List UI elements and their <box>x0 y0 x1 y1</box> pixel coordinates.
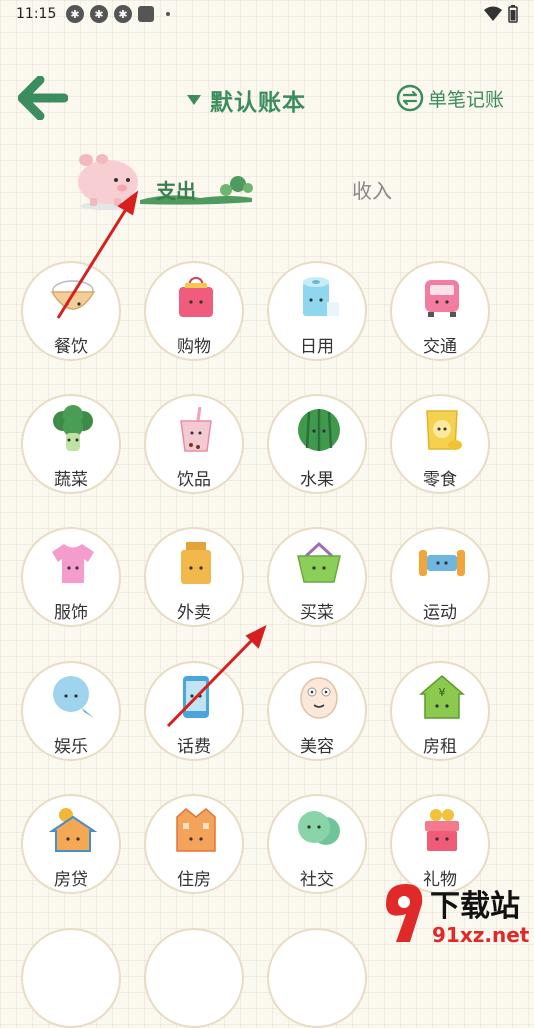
dropdown-triangle-icon <box>187 95 201 105</box>
building-icon <box>176 808 216 852</box>
category-label: 娱乐 <box>54 737 88 757</box>
category-sports[interactable]: 运动 <box>390 527 490 627</box>
notification-icon <box>138 6 154 22</box>
site-watermark: 下载站 91xz.net <box>386 884 530 947</box>
tab-income[interactable]: 收入 <box>352 175 392 204</box>
status-time: 11:15 <box>16 6 57 22</box>
category-label: 水果 <box>300 470 334 490</box>
tshirt-icon <box>52 544 94 583</box>
social-icon <box>298 811 340 845</box>
category-fruit[interactable]: 水果 <box>267 394 367 494</box>
bus-icon <box>425 280 459 317</box>
switch-icon <box>396 84 424 112</box>
takeout-box-icon <box>181 542 211 584</box>
category-beauty[interactable]: 美容 <box>267 661 367 761</box>
basket-icon <box>297 541 341 583</box>
category-label: 运动 <box>423 603 457 623</box>
battery-icon <box>508 5 518 23</box>
wifi-icon <box>484 6 502 21</box>
svg-text:¥: ¥ <box>439 686 446 699</box>
category-label: 饮品 <box>177 470 211 490</box>
category-gift[interactable]: 礼物 <box>390 794 490 894</box>
type-tabs: 支出 收入 <box>0 150 534 220</box>
category-housing[interactable]: 住房 <box>144 794 244 894</box>
category-label: 购物 <box>177 337 211 357</box>
rice-bowl-icon <box>50 280 96 310</box>
category-shopping[interactable]: 购物 <box>144 261 244 361</box>
bubble-tea-icon <box>180 406 212 452</box>
watermark-domain: 91xz.net <box>432 923 530 947</box>
house-icon: ¥ <box>418 675 466 719</box>
chat-bubble-icon <box>53 676 94 718</box>
notification-icon: ✱ <box>90 5 108 23</box>
category-label: 餐饮 <box>54 337 88 357</box>
category-label: 社交 <box>300 870 334 890</box>
category-dining[interactable]: 餐饮 <box>21 261 121 361</box>
category-label: 交通 <box>423 337 457 357</box>
category-label: 美容 <box>300 737 334 757</box>
single-entry-button[interactable]: 单笔记账 <box>396 84 504 112</box>
category-vegetables[interactable]: 蔬菜 <box>21 394 121 494</box>
chips-icon <box>426 410 462 450</box>
house-loan-icon <box>48 808 98 852</box>
notification-icons: ✱ ✱ ✱ <box>66 5 170 23</box>
tissue-roll-icon <box>303 277 339 316</box>
category-label: 服饰 <box>54 603 88 623</box>
broccoli-icon <box>53 405 93 451</box>
category-takeout[interactable]: 外卖 <box>144 527 244 627</box>
category-partial[interactable] <box>144 928 244 1028</box>
category-social[interactable]: 社交 <box>267 794 367 894</box>
category-mortgage[interactable]: 房贷 <box>21 794 121 894</box>
gift-icon <box>425 809 459 851</box>
header: 默认账本 单笔记账 <box>0 70 534 126</box>
watermark-title: 下载站 <box>430 889 520 924</box>
account-book-selector[interactable]: 默认账本 <box>186 83 306 117</box>
account-book-title: 默认账本 <box>210 90 306 116</box>
more-notifications-icon <box>166 12 170 16</box>
category-label: 房贷 <box>54 870 88 890</box>
category-label: 买菜 <box>300 603 334 623</box>
pig-mascot-icon <box>78 154 138 210</box>
category-phone-bill[interactable]: 话费 <box>144 661 244 761</box>
category-snacks[interactable]: 零食 <box>390 394 490 494</box>
category-daily-use[interactable]: 日用 <box>267 261 367 361</box>
notification-icon: ✱ <box>114 5 132 23</box>
category-partial[interactable] <box>267 928 367 1028</box>
status-bar: 11:15 ✱ ✱ ✱ <box>0 0 534 28</box>
dumbbell-icon <box>419 550 465 576</box>
watermelon-icon <box>298 409 340 451</box>
category-label: 日用 <box>300 337 334 357</box>
category-transport[interactable]: 交通 <box>390 261 490 361</box>
back-arrow-icon <box>17 75 69 121</box>
category-clothing[interactable]: 服饰 <box>21 527 121 627</box>
phone-icon <box>183 676 209 718</box>
category-label: 外卖 <box>177 603 211 623</box>
category-label: 零食 <box>423 470 457 490</box>
single-entry-label: 单笔记账 <box>428 88 505 111</box>
category-drinks[interactable]: 饮品 <box>144 394 244 494</box>
category-groceries[interactable]: 买菜 <box>267 527 367 627</box>
back-button[interactable] <box>17 75 69 121</box>
category-label: 住房 <box>177 870 211 890</box>
category-label: 蔬菜 <box>54 470 88 490</box>
face-mask-icon <box>300 677 338 719</box>
tab-expense[interactable]: 支出 <box>156 175 196 204</box>
category-entertainment[interactable]: 娱乐 <box>21 661 121 761</box>
category-label: 话费 <box>177 737 211 757</box>
category-rent[interactable]: ¥ 房租 <box>390 661 490 761</box>
category-partial[interactable] <box>21 928 121 1028</box>
category-label: 房租 <box>423 737 457 757</box>
notification-icon: ✱ <box>66 5 84 23</box>
shopping-bag-icon <box>179 276 213 317</box>
system-icons <box>484 5 518 23</box>
